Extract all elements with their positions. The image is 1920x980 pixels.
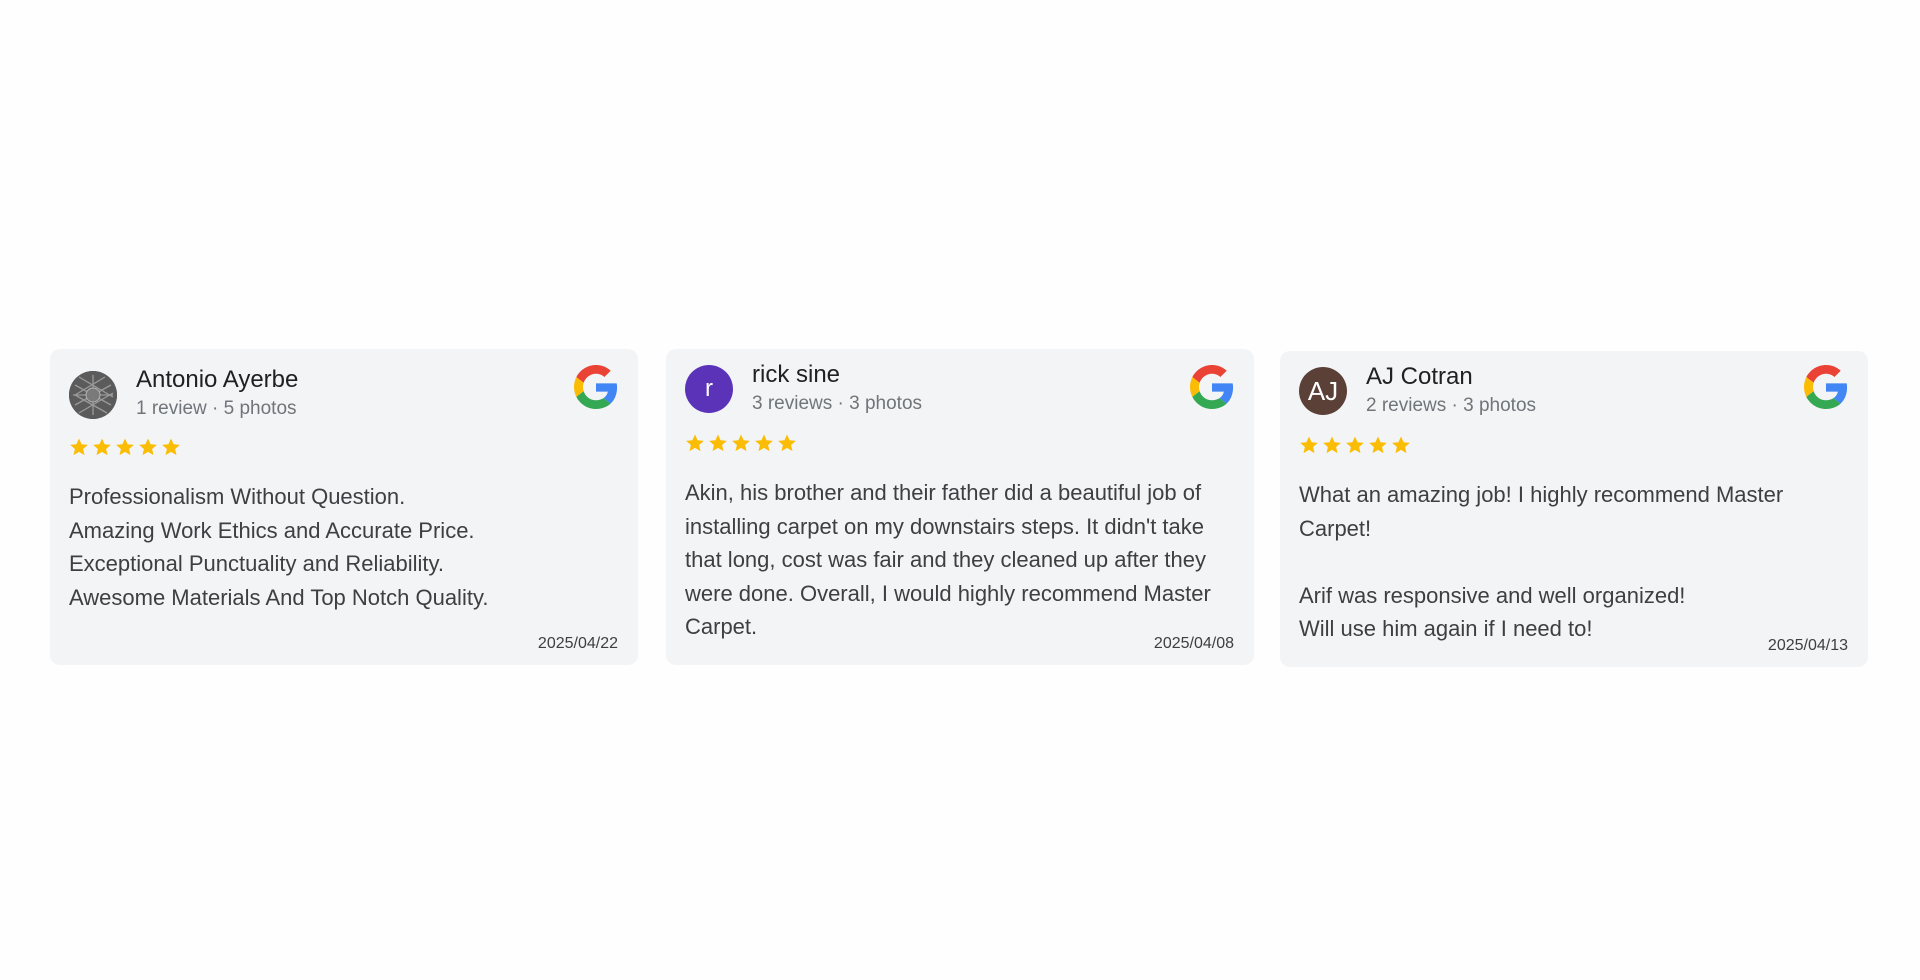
google-icon	[1804, 365, 1848, 409]
star-icon	[1323, 436, 1341, 454]
star-icon	[93, 438, 111, 456]
star-icon	[1300, 436, 1318, 454]
review-date: 2025/04/08	[1153, 635, 1234, 652]
star-icon	[1346, 436, 1364, 454]
star-icon	[709, 434, 727, 452]
avatar[interactable]	[69, 371, 117, 419]
review-text: Professionalism Without Question. Amazin…	[69, 484, 489, 610]
star-icon	[732, 434, 750, 452]
star-icon	[1392, 436, 1410, 454]
review-date: 2025/04/22	[537, 635, 618, 652]
avatar[interactable]: r	[685, 365, 733, 413]
avatar-initials: AJ	[1307, 375, 1339, 406]
avatar-initials: r	[705, 375, 713, 402]
review-text: What an amazing job! I highly recommend …	[1299, 482, 1784, 641]
star-icon	[1369, 436, 1387, 454]
reviewer-name[interactable]: AJ Cotran	[1366, 363, 1473, 391]
avatar[interactable]: AJ	[1299, 367, 1347, 415]
star-icon	[162, 438, 180, 456]
google-icon	[1190, 365, 1234, 409]
google-icon	[574, 365, 618, 409]
star-rating	[685, 433, 797, 453]
star-rating	[1299, 435, 1411, 455]
reviewer-name[interactable]: rick sine	[752, 361, 840, 389]
review-card: AJ AJ Cotran 2 reviews · 3 photos What a…	[1280, 351, 1868, 667]
reviewer-meta: 3 reviews · 3 photos	[752, 393, 923, 414]
reviewer-meta: 2 reviews · 3 photos	[1366, 395, 1537, 416]
star-icon	[116, 438, 134, 456]
profile-photo-icon	[69, 371, 117, 419]
review-card: r rick sine 3 reviews · 3 photos Akin, h…	[666, 349, 1254, 665]
star-icon	[778, 434, 796, 452]
review-card: Antonio Ayerbe 1 review · 5 photos Profe…	[50, 349, 638, 665]
star-icon	[755, 434, 773, 452]
reviewer-meta: 1 review · 5 photos	[136, 398, 297, 419]
review-text: Akin, his brother and their father did a…	[685, 480, 1211, 639]
star-icon	[70, 438, 88, 456]
review-date: 2025/04/13	[1767, 637, 1848, 654]
reviews-section: Antonio Ayerbe 1 review · 5 photos Profe…	[0, 0, 1920, 980]
star-icon	[139, 438, 157, 456]
star-rating	[69, 437, 181, 457]
star-icon	[686, 434, 704, 452]
reviewer-name[interactable]: Antonio Ayerbe	[136, 366, 298, 394]
